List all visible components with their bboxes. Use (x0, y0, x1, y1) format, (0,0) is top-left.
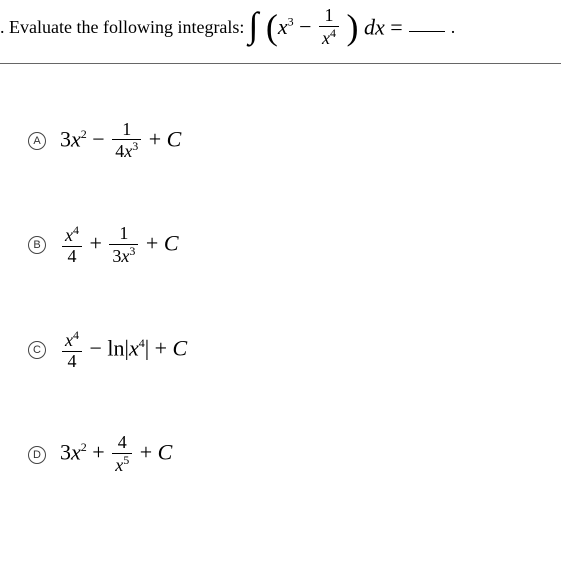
option-a[interactable]: A 3x2 − 14x3 + C (28, 120, 561, 163)
option-math: x44 − ln|x4| + C (60, 329, 187, 372)
question-period: . (451, 17, 456, 38)
option-c[interactable]: C x44 − ln|x4| + C (28, 329, 561, 372)
question-integral: ∫ (x3 − 1x4 ) dx = (248, 6, 402, 49)
option-letter: B (28, 236, 46, 254)
option-letter: D (28, 446, 46, 464)
options-list: A 3x2 − 14x3 + C B x44 + 13x3 + C C x44 … (0, 120, 561, 476)
option-letter: A (28, 132, 46, 150)
option-b[interactable]: B x44 + 13x3 + C (28, 224, 561, 267)
question-row: . Evaluate the following integrals: ∫ (x… (0, 0, 561, 64)
option-math: x44 + 13x3 + C (60, 224, 179, 267)
option-d[interactable]: D 3x2 + 4x5 + C (28, 433, 561, 476)
option-math: 3x2 − 14x3 + C (60, 120, 181, 163)
question-text: . Evaluate the following integrals: (0, 17, 244, 38)
option-letter: C (28, 341, 46, 359)
option-math: 3x2 + 4x5 + C (60, 433, 172, 476)
answer-blank[interactable] (409, 22, 445, 32)
